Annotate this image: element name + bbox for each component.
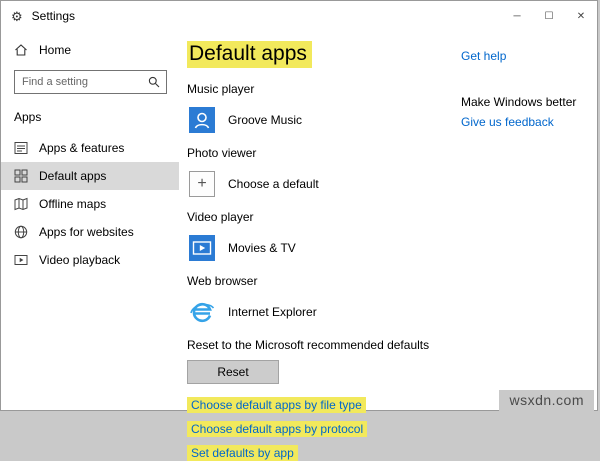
- internet-explorer-icon: [189, 299, 215, 325]
- link-default-apps-by-protocol[interactable]: Choose default apps by protocol: [187, 421, 368, 437]
- search-box: [14, 70, 167, 94]
- sidebar-item-label: Apps & features: [39, 141, 125, 155]
- category-label: Photo viewer: [187, 146, 257, 160]
- default-apps-icon: [14, 169, 28, 183]
- give-feedback-link[interactable]: Give us feedback: [461, 115, 593, 129]
- default-app-photo[interactable]: + Choose a default: [187, 169, 377, 199]
- gear-icon: ⚙: [11, 8, 23, 24]
- home-label: Home: [39, 43, 72, 57]
- default-app-browser[interactable]: Internet Explorer: [187, 297, 377, 327]
- default-app-name: Internet Explorer: [228, 305, 317, 319]
- page-title: Default apps: [187, 41, 312, 68]
- default-app-name: Movies & TV: [228, 241, 296, 255]
- sidebar-item-video-playback[interactable]: Video playback: [1, 246, 179, 274]
- sidebar-item-offline-maps[interactable]: Offline maps: [1, 190, 179, 218]
- search-icon[interactable]: [142, 71, 166, 93]
- default-app-video[interactable]: Movies & TV: [187, 233, 377, 263]
- help-panel: Get help Make Windows better Give us fee…: [461, 49, 593, 129]
- get-help-link[interactable]: Get help: [461, 49, 593, 63]
- movies-tv-icon: [189, 235, 215, 261]
- make-windows-better-label: Make Windows better: [461, 95, 577, 109]
- sidebar-item-label: Offline maps: [39, 197, 107, 211]
- sidebar-item-default-apps[interactable]: Default apps: [1, 162, 179, 190]
- category-label: Video player: [187, 210, 254, 224]
- sidebar-section-apps: Apps: [14, 110, 42, 124]
- category-video-player: Video player Movies & TV: [187, 210, 597, 263]
- category-label: Web browser: [187, 274, 258, 288]
- offline-maps-icon: [14, 197, 28, 211]
- search-input[interactable]: [15, 76, 142, 88]
- titlebar: ⚙ Settings ─ ☐ ✕: [1, 1, 597, 31]
- default-app-name: Choose a default: [228, 177, 319, 191]
- minimize-button[interactable]: ─: [501, 1, 533, 31]
- link-default-apps-by-file-type[interactable]: Choose default apps by file type: [187, 397, 366, 413]
- sidebar-item-label: Apps for websites: [39, 225, 134, 239]
- sidebar-item-apps-features[interactable]: Apps & features: [1, 134, 179, 162]
- sidebar-item-home[interactable]: Home: [1, 35, 179, 65]
- link-set-defaults-by-app[interactable]: Set defaults by app: [187, 445, 298, 461]
- default-app-music[interactable]: Groove Music: [187, 105, 377, 135]
- sidebar-item-apps-for-websites[interactable]: Apps for websites: [1, 218, 179, 246]
- maximize-button[interactable]: ☐: [533, 1, 565, 31]
- settings-window: ⚙ Settings ─ ☐ ✕ Home Apps: [0, 0, 598, 461]
- close-button[interactable]: ✕: [565, 1, 597, 31]
- sidebar-item-label: Default apps: [39, 169, 107, 183]
- default-app-name: Groove Music: [228, 113, 303, 127]
- globe-icon: [14, 225, 28, 239]
- sidebar-item-label: Video playback: [39, 253, 121, 267]
- home-icon: [14, 43, 28, 57]
- sidebar: Home Apps Apps & features Default ap: [1, 31, 179, 412]
- window-title: Settings: [31, 9, 76, 23]
- category-web-browser: Web browser Internet Explorer: [187, 274, 597, 327]
- reset-description: Reset to the Microsoft recommended defau…: [187, 338, 430, 352]
- window-controls: ─ ☐ ✕: [501, 1, 597, 31]
- category-photo-viewer: Photo viewer + Choose a default: [187, 146, 597, 199]
- apps-features-icon: [14, 141, 28, 155]
- reset-button[interactable]: Reset: [187, 360, 279, 384]
- plus-icon: +: [189, 171, 215, 197]
- video-playback-icon: [14, 253, 28, 267]
- watermark: wsxdn.com: [499, 390, 594, 411]
- groove-music-icon: [189, 107, 215, 133]
